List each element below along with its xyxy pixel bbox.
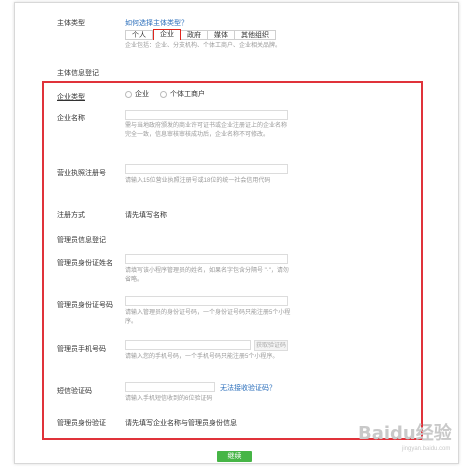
license-input[interactable] bbox=[125, 164, 288, 174]
company-name-input[interactable] bbox=[125, 110, 288, 120]
get-code-button[interactable]: 获取验证码 bbox=[254, 340, 288, 351]
admin-id-input[interactable] bbox=[125, 296, 288, 306]
company-type-label: 企业类型 bbox=[57, 94, 85, 101]
admin-name-input[interactable] bbox=[125, 254, 288, 264]
sms-code-hint: 请输入手机短信收到的6位验证码 bbox=[125, 396, 213, 402]
tab-individual[interactable]: 个人 bbox=[125, 30, 153, 40]
company-name-hint: 需与当地政府颁发的商业许可证书或企业注册证上的企业名称完全一致，信息审核审核成功… bbox=[125, 123, 288, 138]
subject-type-label: 主体类型 bbox=[57, 20, 85, 27]
license-hint: 请输入15位营业执照注册号或18位的统一社会信用代码 bbox=[125, 178, 271, 184]
radio-label: 企业 bbox=[135, 91, 149, 98]
subject-type-tabs: 个人 企业 政府 媒体 其他组织 bbox=[125, 29, 276, 41]
admin-name-label: 管理员身份证姓名 bbox=[57, 260, 113, 267]
radio-icon bbox=[160, 90, 167, 98]
admin-id-label: 管理员身份证号码 bbox=[57, 302, 113, 309]
tab-other-org[interactable]: 其他组织 bbox=[235, 30, 276, 40]
register-method-label: 注册方式 bbox=[57, 212, 85, 219]
admin-info-label: 管理员信息登记 bbox=[57, 237, 106, 244]
subject-type-description: 企业包括：企业、分支机构、个体工商户、企业相关品牌。 bbox=[125, 43, 282, 49]
tab-government[interactable]: 政府 bbox=[181, 30, 208, 40]
admin-id-hint: 请输入管理员的身份证号码，一个身份证号码只能注册5个小程序。 bbox=[125, 310, 291, 325]
company-type-radio-individual[interactable]: 个体工商户 bbox=[160, 89, 205, 99]
baidu-watermark-logo: Baidu经验 bbox=[358, 423, 452, 444]
admin-phone-hint: 请输入您的手机号码，一个手机号码只能注册5个小程序。 bbox=[125, 354, 279, 360]
how-to-choose-link[interactable]: 如何选择主体类型？ bbox=[125, 18, 188, 28]
admin-name-hint: 请填写该小程序管理员的姓名，如果名字包含分隔号 "·"，请勿省略。 bbox=[125, 268, 289, 283]
tab-media[interactable]: 媒体 bbox=[208, 30, 235, 40]
radio-icon bbox=[125, 90, 132, 98]
tab-enterprise[interactable]: 企业 bbox=[153, 29, 181, 40]
company-type-radio-enterprise[interactable]: 企业 bbox=[125, 89, 149, 99]
continue-button[interactable]: 继续 bbox=[217, 451, 252, 462]
radio-label: 个体工商户 bbox=[170, 91, 205, 98]
baidu-watermark-url: jingyan.baidu.com bbox=[402, 446, 451, 452]
cannot-receive-code-link[interactable]: 无法接收验证码？ bbox=[220, 383, 276, 393]
register-method-value: 请先填写名称 bbox=[125, 212, 167, 219]
admin-phone-input[interactable] bbox=[125, 340, 251, 350]
admin-verify-label: 管理员身份验证 bbox=[57, 420, 106, 427]
license-label: 营业执照注册号 bbox=[57, 170, 106, 177]
sms-code-label: 短信验证码 bbox=[57, 388, 92, 395]
subject-info-label: 主体信息登记 bbox=[57, 70, 99, 77]
admin-phone-label: 管理员手机号码 bbox=[57, 346, 106, 353]
sms-code-input[interactable] bbox=[125, 382, 215, 392]
admin-verify-value: 请先填写企业名称与管理员身份信息 bbox=[125, 420, 237, 427]
company-name-label: 企业名称 bbox=[57, 115, 85, 122]
